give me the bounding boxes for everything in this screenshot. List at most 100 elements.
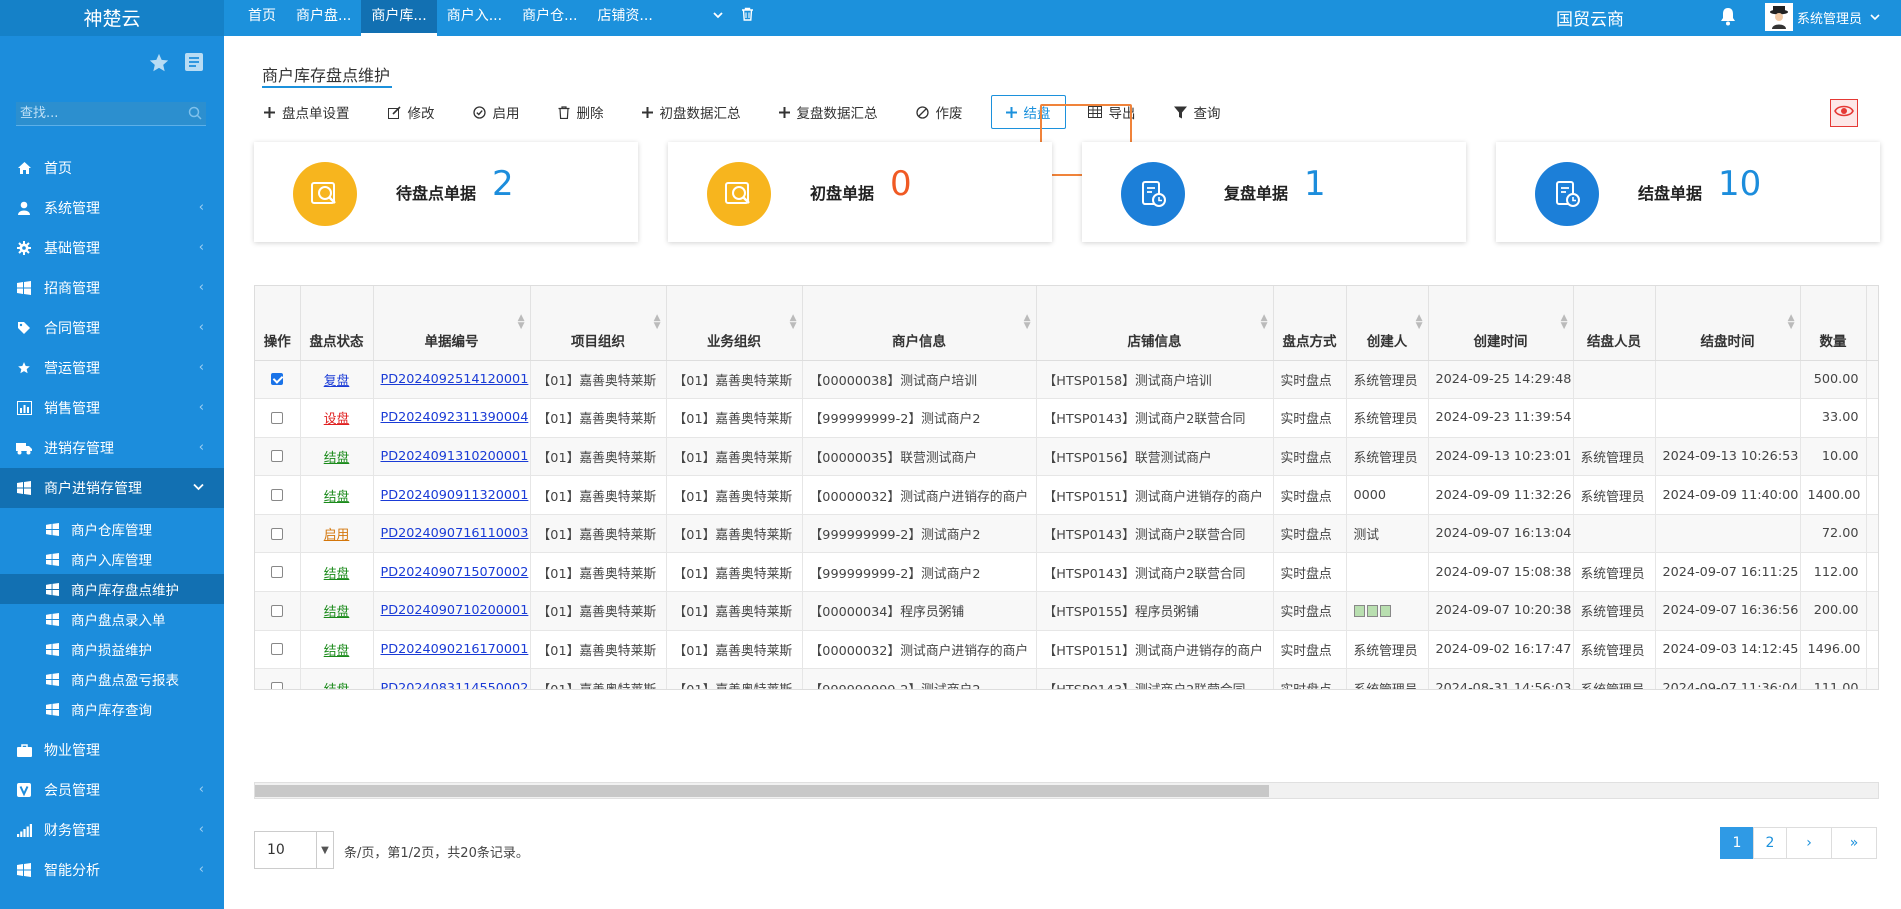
sidebar-item-system[interactable]: 系统管理 ‹ <box>0 188 224 228</box>
bell-icon[interactable] <box>1719 6 1737 30</box>
document-number-link[interactable]: PD2024090715070002 <box>381 565 529 580</box>
sidebar-item-inventory[interactable]: 进销存管理 ‹ <box>0 428 224 468</box>
void-button[interactable]: 作废 <box>906 97 973 127</box>
search-icon[interactable] <box>188 106 202 124</box>
sort-icon[interactable]: ▲ ▼ <box>518 314 525 331</box>
recount-summary-button[interactable]: 复盘数据汇总 <box>769 97 888 127</box>
column-header[interactable]: 创建人 ▲ ▼ <box>1346 286 1429 361</box>
sidebar-subitem-report[interactable]: 商户盘点盈亏报表 <box>0 664 224 694</box>
sidebar-subitem-warehouse[interactable]: 商户仓库管理 <box>0 514 224 544</box>
table-row[interactable]: 结盘 PD2024090710200001 【01】嘉善奥特莱斯 【01】嘉善奥特莱斯… <box>255 591 1878 631</box>
next-page-button[interactable]: › <box>1786 827 1832 859</box>
status-badge[interactable]: 结盘 <box>324 490 350 505</box>
table-row[interactable]: 复盘 PD2024092514120001 【01】嘉善奥特莱斯 【01】嘉善奥特莱斯… <box>255 360 1878 400</box>
document-number-link[interactable]: PD2024092514120001 <box>381 372 529 387</box>
favorite-star-icon[interactable] <box>148 52 170 78</box>
sort-icon[interactable]: ▲ ▼ <box>1788 314 1795 331</box>
row-checkbox[interactable] <box>271 373 284 386</box>
horizontal-scrollbar[interactable] <box>254 782 1879 799</box>
row-checkbox[interactable] <box>271 604 284 617</box>
table-row[interactable]: 结盘 PD2024083114550002 【01】嘉善奥特莱斯 【01】嘉善奥特莱斯… <box>255 668 1878 689</box>
table-row[interactable]: 结盘 PD2024090911320001 【01】嘉善奥特莱斯 【01】嘉善奥特莱斯… <box>255 475 1878 515</box>
sidebar-subitem-stocktake[interactable]: 商户库存盘点维护 <box>0 574 224 604</box>
sidebar-subitem-count-entry[interactable]: 商户盘点录入单 <box>0 604 224 634</box>
status-badge[interactable]: 启用 <box>324 528 350 543</box>
document-number-link[interactable]: PD2024090716110003 <box>381 526 529 541</box>
status-badge[interactable]: 结盘 <box>324 451 350 466</box>
nav-tab-shop-info[interactable]: 店铺资... <box>587 0 662 36</box>
column-header[interactable]: 单据编号 ▲ ▼ <box>373 286 531 361</box>
nav-tab-merchant-stock[interactable]: 商户库... <box>361 0 437 36</box>
query-button[interactable]: 查询 <box>1164 97 1231 127</box>
sort-icon[interactable]: ▲ ▼ <box>1416 314 1423 331</box>
page-2-button[interactable]: 2 <box>1753 827 1787 859</box>
sort-icon[interactable]: ▲ ▼ <box>1261 314 1268 331</box>
sidebar-subitem-stock-query[interactable]: 商户库存查询 <box>0 694 224 724</box>
sidebar-item-finance[interactable]: 财务管理 ‹ <box>0 810 224 850</box>
document-number-link[interactable]: PD2024090710200001 <box>381 603 529 618</box>
column-header[interactable]: 结盘时间 ▲ ▼ <box>1655 286 1801 361</box>
sidebar-item-member[interactable]: 会员管理 ‹ <box>0 770 224 810</box>
table-row[interactable]: 结盘 PD2024090715070002 【01】嘉善奥特莱斯 【01】嘉善奥特莱斯… <box>255 552 1878 593</box>
status-badge[interactable]: 结盘 <box>324 605 350 620</box>
brand-logo[interactable]: 神楚云 <box>0 0 224 36</box>
nav-tab-merchant-inbound[interactable]: 商户入... <box>437 0 512 36</box>
sidebar-item-investment[interactable]: 招商管理 ‹ <box>0 268 224 308</box>
document-number-link[interactable]: PD2024090911320001 <box>381 488 529 503</box>
sort-icon[interactable]: ▲ ▼ <box>1024 314 1031 331</box>
column-header[interactable]: 创建时间 ▲ ▼ <box>1428 286 1574 361</box>
row-checkbox[interactable] <box>271 411 284 424</box>
column-header[interactable]: 店铺信息 ▲ ▼ <box>1036 286 1274 361</box>
status-badge[interactable]: 结盘 <box>324 567 350 582</box>
tabs-more-chevron-icon[interactable] <box>712 0 724 36</box>
nav-tab-merchant-warehouse[interactable]: 商户仓... <box>512 0 587 36</box>
row-checkbox[interactable] <box>271 450 284 463</box>
sidebar-item-property[interactable]: 物业管理 <box>0 730 224 770</box>
edit-button[interactable]: 修改 <box>378 97 445 127</box>
card-initial-count[interactable]: 初盘单据 0 <box>668 142 1052 242</box>
sidebar-item-sales[interactable]: 销售管理 ‹ <box>0 388 224 428</box>
card-closed[interactable]: 结盘单据 10 <box>1496 142 1880 242</box>
row-checkbox[interactable] <box>271 489 284 502</box>
sidebar-item-merchant-inventory[interactable]: 商户进销存管理 <box>0 468 224 508</box>
column-header[interactable]: 盘点状态 <box>300 286 374 361</box>
sidebar-subitem-loss[interactable]: 商户损益维护 <box>0 634 224 664</box>
status-badge[interactable]: 结盘 <box>324 644 350 659</box>
card-recount[interactable]: 复盘单据 1 <box>1082 142 1466 242</box>
status-badge[interactable]: 结盘 <box>324 683 350 689</box>
sidebar-search-input[interactable] <box>16 102 181 124</box>
document-number-link[interactable]: PD2024092311390004 <box>381 410 529 425</box>
row-checkbox[interactable] <box>271 527 284 540</box>
notes-icon[interactable] <box>184 52 204 78</box>
delete-button[interactable]: 删除 <box>548 97 614 127</box>
document-number-link[interactable]: PD2024083114550002 <box>381 681 529 689</box>
table-row[interactable]: 结盘 PD2024091310200001 【01】嘉善奥特莱斯 【01】嘉善奥特莱斯… <box>255 437 1878 477</box>
sidebar-subitem-inbound[interactable]: 商户入库管理 <box>0 544 224 574</box>
last-page-button[interactable]: » <box>1831 827 1877 859</box>
table-row[interactable]: 启用 PD2024090716110003 【01】嘉善奥特莱斯 【01】嘉善奥特莱斯… <box>255 514 1878 554</box>
nav-tab-merchant-count[interactable]: 商户盘... <box>286 0 361 36</box>
status-badge[interactable]: 设盘 <box>324 412 350 427</box>
document-number-link[interactable]: PD2024090216170001 <box>381 642 529 657</box>
sidebar-item-home[interactable]: 首页 <box>0 148 224 188</box>
column-visibility-button[interactable] <box>1830 99 1858 127</box>
sidebar-item-contract[interactable]: 合同管理 ‹ <box>0 308 224 348</box>
status-badge[interactable]: 复盘 <box>324 374 350 389</box>
sort-icon[interactable]: ▲ ▼ <box>654 314 661 331</box>
table-row[interactable]: 结盘 PD2024090216170001 【01】嘉善奥特莱斯 【01】嘉善奥特莱斯… <box>255 630 1878 670</box>
document-number-link[interactable]: PD2024091310200001 <box>381 449 529 464</box>
row-checkbox[interactable] <box>271 643 284 656</box>
page-size-select[interactable]: 10 ▼ <box>254 831 334 869</box>
column-header[interactable]: 盘点方式 <box>1273 286 1347 361</box>
row-checkbox[interactable] <box>271 682 284 689</box>
sort-icon[interactable]: ▲ ▼ <box>790 314 797 331</box>
card-pending[interactable]: 待盘点单据 2 <box>254 142 638 242</box>
column-header[interactable]: 数量 <box>1800 286 1867 361</box>
sidebar-item-analysis[interactable]: 智能分析 ‹ <box>0 850 224 890</box>
row-checkbox[interactable] <box>271 566 284 579</box>
page-1-button[interactable]: 1 <box>1720 827 1754 859</box>
enable-button[interactable]: 启用 <box>463 97 530 127</box>
column-header[interactable]: 业务组织 ▲ ▼ <box>666 286 803 361</box>
close-tabs-trash-icon[interactable] <box>741 0 754 36</box>
initial-count-summary-button[interactable]: 初盘数据汇总 <box>632 97 751 127</box>
